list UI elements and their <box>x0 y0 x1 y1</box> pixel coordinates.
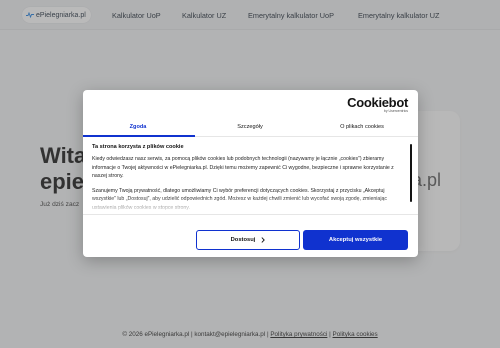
accept-all-button[interactable]: Akceptuj wszystkie <box>303 230 408 250</box>
cookiebot-logo: Cookiebot by Usercentrics <box>347 96 408 114</box>
tab-zgoda[interactable]: Zgoda <box>83 124 193 130</box>
tab-szczegoly[interactable]: Szczegóły <box>195 124 305 130</box>
content-scrollbar[interactable] <box>410 144 412 202</box>
chevron-right-icon <box>261 237 266 243</box>
tab-o-plikach-cookies[interactable]: O plikach cookies <box>307 124 417 130</box>
consent-paragraph-1: Kiedy odwiedzasz nasz serwis, za pomocą … <box>92 156 394 180</box>
content-fade <box>83 196 418 214</box>
cookie-consent-dialog: Cookiebot by Usercentrics Zgoda Szczegół… <box>83 90 418 257</box>
consent-content[interactable]: Ta strona korzysta z plików cookie Kiedy… <box>83 138 418 214</box>
active-tab-indicator <box>83 135 195 137</box>
consent-tabs: Zgoda Szczegóły O plikach cookies <box>83 117 418 137</box>
consent-title: Ta strona korzysta z plików cookie <box>92 144 184 150</box>
cookiebot-byline: by Usercentrics <box>383 109 408 113</box>
customize-label: Dostosuj <box>230 237 256 243</box>
dialog-divider <box>83 214 418 215</box>
customize-button[interactable]: Dostosuj <box>196 230 300 250</box>
cookiebot-wordmark: Cookiebot <box>347 95 408 110</box>
